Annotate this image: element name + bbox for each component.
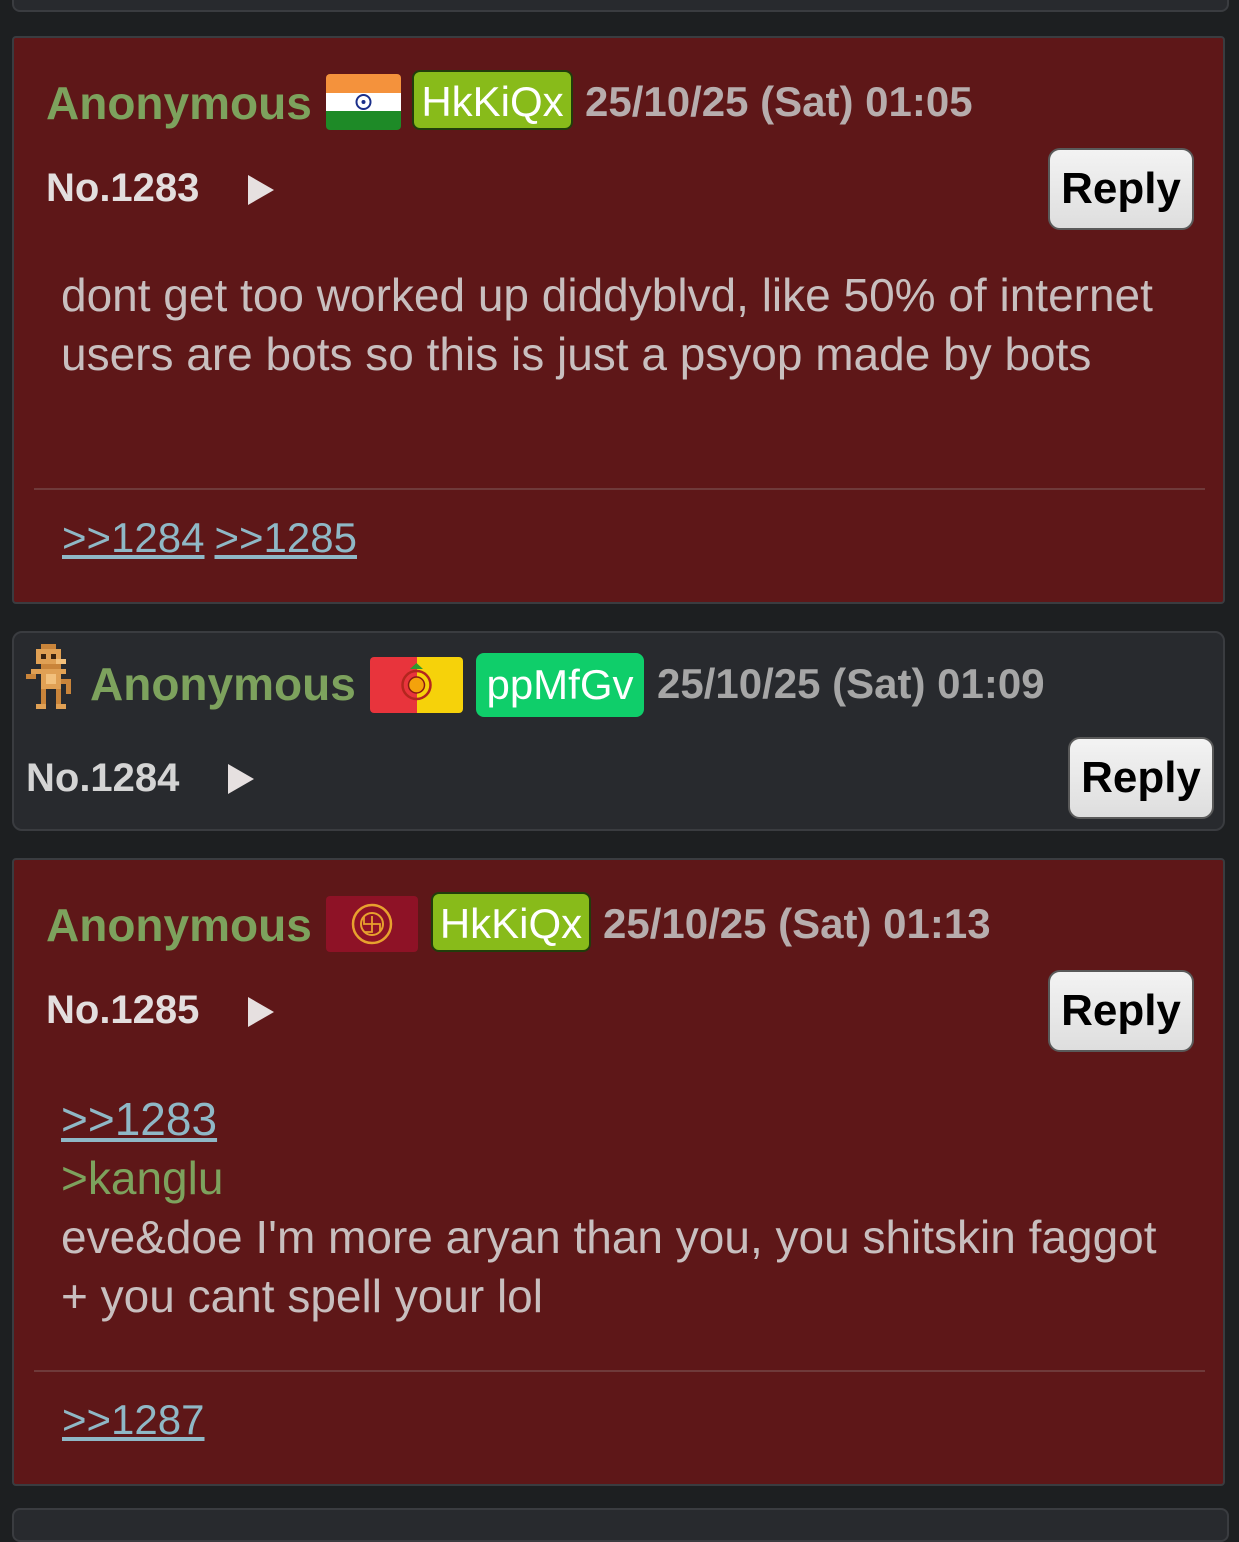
post-1283: Anonymous HkKiQx 25/10/25 (Sat) 01:05 No… bbox=[12, 36, 1225, 604]
post-body: dont get too worked up diddyblvd, like 5… bbox=[61, 269, 1153, 380]
backlink-1287[interactable]: >>1287 bbox=[62, 1396, 205, 1443]
reply-button[interactable]: Reply bbox=[1048, 970, 1194, 1052]
backlink-1285[interactable]: >>1285 bbox=[215, 514, 358, 561]
post-datetime: 25/10/25 (Sat) 01:09 bbox=[657, 660, 1045, 707]
backlink-1284[interactable]: >>1284 bbox=[62, 514, 205, 561]
red-yellow-emblem-flag-icon bbox=[370, 657, 463, 713]
post-number[interactable]: No.1283 bbox=[46, 166, 199, 211]
expand-arrow-icon[interactable] bbox=[248, 997, 274, 1027]
greentext-line: >kanglu bbox=[61, 1152, 224, 1204]
expand-arrow-icon[interactable] bbox=[248, 175, 274, 205]
post-number[interactable]: No.1284 bbox=[26, 756, 179, 801]
poster-name: Anonymous bbox=[46, 77, 312, 129]
next-post-edge bbox=[12, 1508, 1229, 1542]
quote-link-1283[interactable]: >>1283 bbox=[61, 1090, 1161, 1149]
post-datetime: 25/10/25 (Sat) 01:05 bbox=[585, 78, 973, 125]
poster-name: Anonymous bbox=[46, 899, 312, 951]
india-flag-icon bbox=[326, 74, 401, 130]
divider bbox=[34, 1370, 1205, 1372]
post-datetime: 25/10/25 (Sat) 01:13 bbox=[603, 900, 991, 947]
maroon-emblem-flag-icon bbox=[326, 896, 418, 952]
expand-arrow-icon[interactable] bbox=[228, 764, 254, 794]
post-number[interactable]: No.1285 bbox=[46, 988, 199, 1033]
previous-post-edge bbox=[12, 0, 1229, 12]
post-body-text: eve&doe I'm more aryan than you, you shi… bbox=[61, 1211, 1157, 1322]
poster-name: Anonymous bbox=[90, 658, 356, 710]
reply-button[interactable]: Reply bbox=[1048, 148, 1194, 230]
backlinks: >>1284 >>1285 bbox=[62, 514, 367, 562]
post-body: >>1283 >kanglu eve&doe I'm more aryan th… bbox=[61, 1090, 1161, 1326]
poster-id-badge[interactable]: HkKiQx bbox=[431, 892, 591, 952]
post-1284: Anonymous ppMfGv 25/10/25 (Sat) 01:09 No… bbox=[12, 631, 1225, 831]
backlinks: >>1287 bbox=[62, 1396, 215, 1444]
reply-button[interactable]: Reply bbox=[1068, 737, 1214, 819]
post-1285: Anonymous HkKiQx 25/10/25 (Sat) 01:13 No… bbox=[12, 858, 1225, 1486]
poster-id-badge[interactable]: HkKiQx bbox=[412, 70, 573, 130]
divider bbox=[34, 488, 1205, 490]
poster-id-badge[interactable]: ppMfGv bbox=[476, 653, 644, 717]
pixel-monkey-icon bbox=[26, 643, 76, 715]
